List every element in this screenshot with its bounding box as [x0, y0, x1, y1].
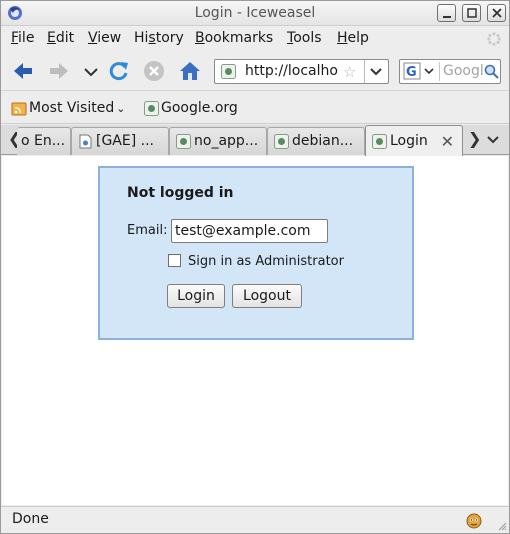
forward-icon[interactable] — [47, 59, 71, 83]
menu-bookmarks[interactable]: Bookmarks — [195, 30, 273, 46]
search-engine-selector[interactable]: G — [402, 62, 440, 81]
throbber-icon — [487, 32, 501, 46]
chevron-down-icon — [370, 68, 382, 76]
admin-checkbox[interactable] — [168, 254, 181, 267]
email-label: Email: — [127, 223, 168, 238]
back-icon[interactable] — [11, 59, 35, 83]
minimize-button[interactable] — [437, 4, 456, 22]
search-bar[interactable]: G Google — [399, 59, 501, 84]
tab-list-chevron-icon[interactable] — [485, 133, 501, 147]
menu-edit[interactable]: Edit — [47, 30, 74, 46]
bookmarks-toolbar: Most Visited ⌄ Google.org — [1, 93, 509, 124]
page-favicon-icon — [221, 64, 236, 79]
url-dropdown-button[interactable] — [364, 60, 388, 83]
admin-checkbox-label: Sign in as Administrator — [188, 254, 344, 269]
page-favicon-icon — [176, 134, 191, 149]
status-bar: Done — [1, 506, 509, 533]
url-bar[interactable]: http://localho ☆ — [214, 59, 389, 84]
navigation-toolbar: http://localho ☆ G Google — [1, 53, 509, 91]
menu-history[interactable]: History — [134, 30, 184, 46]
search-icon[interactable] — [484, 64, 499, 79]
tab-scroll-right-icon[interactable]: ❯ — [468, 129, 481, 148]
tab-login[interactable]: Login ✕ — [365, 125, 463, 156]
svg-text:G: G — [406, 65, 417, 80]
tab-close-icon[interactable]: ✕ — [441, 132, 454, 151]
login-button[interactable]: Login — [167, 284, 225, 308]
reload-icon[interactable] — [107, 59, 131, 83]
tab-label: debian... — [292, 133, 354, 149]
maximize-icon — [467, 8, 477, 18]
menu-help[interactable]: Help — [337, 30, 369, 46]
chevron-down-icon: ⌄ — [116, 102, 126, 115]
most-visited-bookmark[interactable]: Most Visited ⌄ — [29, 100, 125, 116]
logout-button[interactable]: Logout — [232, 284, 302, 308]
browser-window: Login - Iceweasel File Edit View History… — [0, 0, 510, 534]
page-favicon-icon — [274, 134, 289, 149]
minimize-icon — [443, 16, 451, 18]
title-bar: Login - Iceweasel — [1, 1, 509, 26]
document-icon — [79, 134, 92, 149]
tab-label: no_app... — [194, 133, 259, 149]
menu-file[interactable]: File — [11, 30, 34, 46]
tab-2[interactable]: [GAE] ... — [71, 127, 169, 155]
stop-icon[interactable] — [142, 59, 166, 83]
close-icon — [492, 8, 502, 18]
tab-1[interactable]: o En... — [17, 127, 71, 155]
login-status-heading: Not logged in — [127, 185, 234, 201]
menu-view[interactable]: View — [88, 30, 121, 46]
google-engine-icon: G — [403, 62, 434, 80]
tab-bar: ❮ o En... [GAE] ... no_app... debian... — [1, 125, 509, 156]
tab-label: [GAE] ... — [96, 133, 154, 149]
page-content: Not logged in Email: Sign in as Administ… — [2, 156, 508, 505]
tab-4[interactable]: debian... — [267, 127, 365, 155]
bookmark-favicon-icon — [144, 101, 159, 116]
page-favicon-icon — [372, 134, 387, 149]
history-dropdown-icon[interactable] — [79, 59, 103, 83]
tab-label: o En... — [21, 133, 66, 149]
menu-bar: File Edit View History Bookmarks Tools H… — [1, 27, 509, 51]
login-panel: Not logged in Email: Sign in as Administ… — [98, 166, 414, 340]
status-text: Done — [12, 511, 49, 527]
url-text[interactable]: http://localho — [245, 63, 353, 79]
bookmark-star-icon[interactable]: ☆ — [343, 63, 356, 81]
home-icon[interactable] — [178, 59, 202, 83]
rss-folder-icon — [11, 102, 27, 116]
resize-grip-icon[interactable] — [497, 521, 507, 531]
tab-3[interactable]: no_app... — [169, 127, 267, 155]
tab-label: Login — [390, 133, 428, 149]
addon-mascot-icon[interactable] — [465, 511, 483, 529]
maximize-button[interactable] — [462, 4, 481, 22]
close-window-button[interactable] — [487, 4, 506, 22]
email-field[interactable] — [171, 219, 328, 243]
window-title: Login - Iceweasel — [194, 5, 316, 21]
search-input[interactable]: Google — [443, 63, 483, 79]
menu-tools[interactable]: Tools — [287, 30, 322, 46]
google-org-bookmark[interactable]: Google.org — [161, 100, 238, 116]
